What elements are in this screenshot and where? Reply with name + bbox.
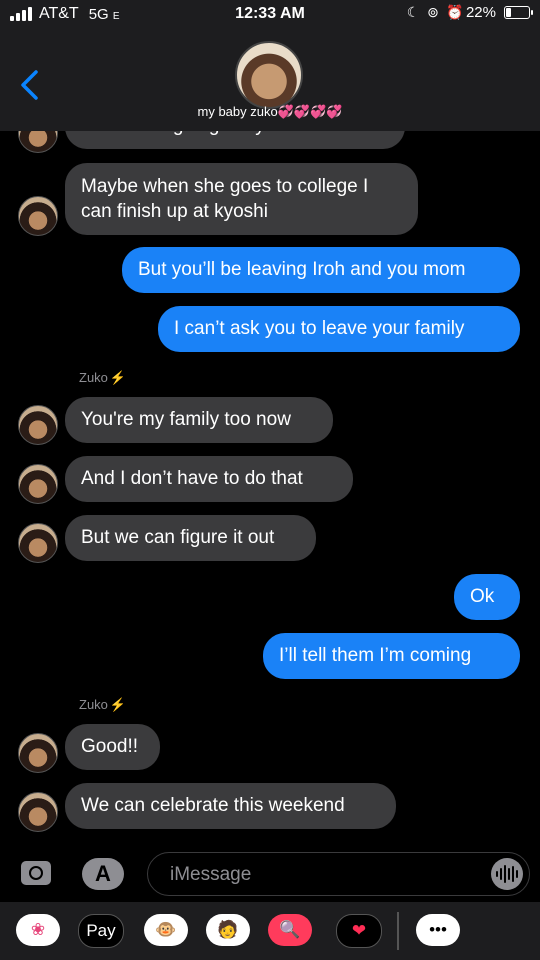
contact-avatar — [18, 464, 58, 504]
alarm-icon: ⏰ — [445, 4, 464, 20]
battery-level-fill — [506, 8, 511, 17]
conversation-header: AT&T 5G E 12:33 AM ☾ ⊚ ⏰ 22% my baby zuk… — [0, 0, 540, 131]
animoji-app-icon[interactable]: 🐵 — [144, 914, 188, 946]
message-bubble-outgoing[interactable]: I’ll tell them I’m coming — [263, 633, 520, 679]
message-text: I’ll tell them I’m coming — [279, 645, 472, 666]
drawer-divider — [397, 912, 399, 950]
back-button[interactable] — [14, 60, 48, 110]
message-text: You're my family too now — [81, 409, 291, 430]
message-input[interactable]: iMessage — [147, 852, 530, 896]
battery-icon — [504, 6, 533, 19]
app-drawer: ❀ Pay 🐵 🧑 🔍 ❤ ••• — [0, 902, 540, 960]
message-bubble-incoming[interactable]: You're my family too now — [65, 397, 333, 443]
photos-app-icon[interactable]: ❀ — [16, 914, 60, 946]
audio-message-icon[interactable] — [491, 858, 523, 890]
message-text: I can’t ask you to leave your family — [174, 318, 465, 339]
battery-percentage: 22% — [465, 4, 496, 21]
message-bubble-incoming[interactable]: And I don’t have to do that — [65, 456, 353, 502]
sender-label: Zuko ⚡ — [79, 697, 127, 712]
contact-avatar — [18, 196, 58, 236]
contact-avatar-large[interactable] — [235, 41, 303, 109]
compose-bar: A iMessage — [0, 846, 540, 902]
contact-avatar — [18, 733, 58, 773]
do-not-disturb-icon: ☾ — [406, 4, 420, 20]
memoji-app-icon[interactable]: 🧑 — [206, 914, 250, 946]
chevron-left-icon — [21, 70, 38, 100]
message-bubble-incoming[interactable]: Maybe when she goes to college I can fin… — [65, 163, 418, 235]
message-input-placeholder: iMessage — [170, 864, 252, 885]
message-text: Good!! — [81, 736, 139, 757]
message-bubble-outgoing[interactable]: I can’t ask you to leave your family — [158, 306, 520, 352]
message-text: But we can figure it out — [81, 527, 275, 548]
sender-label: Zuko ⚡ — [79, 370, 127, 385]
message-text: But you’ll be leaving Iroh and you mom — [138, 259, 466, 280]
message-bubble-outgoing[interactable]: But you’ll be leaving Iroh and you mom — [122, 247, 520, 293]
message-text: And I don’t have to do that — [81, 468, 303, 489]
rotation-lock-icon: ⊚ — [427, 4, 439, 20]
contact-avatar — [18, 792, 58, 832]
contact-name[interactable]: my baby zuko💞💞💞💞 — [0, 104, 540, 120]
message-bubble-incoming[interactable]: But we can figure it out — [65, 515, 316, 561]
lightning-icon: ⚡ — [109, 370, 127, 385]
message-text: can finish up at kyoshi — [81, 201, 268, 222]
web-images-app-icon[interactable]: 🔍 — [268, 914, 312, 946]
digital-touch-app-icon[interactable]: ❤ — [336, 914, 382, 948]
app-store-icon[interactable]: A — [82, 858, 124, 890]
message-text: We can celebrate this weekend — [81, 795, 345, 816]
contact-avatar — [18, 405, 58, 445]
lightning-icon: ⚡ — [109, 697, 127, 712]
apple-pay-app-icon[interactable]: Pay — [78, 914, 124, 948]
status-bar: AT&T 5G E 12:33 AM ☾ ⊚ ⏰ 22% — [0, 0, 540, 30]
message-text: Maybe when she goes to college I — [81, 176, 369, 197]
message-bubble-incoming[interactable]: We can celebrate this weekend — [65, 783, 396, 829]
message-text: Ok — [470, 586, 495, 607]
contact-avatar — [18, 523, 58, 563]
message-bubble-incoming[interactable]: Good!! — [65, 724, 160, 770]
message-bubble-outgoing[interactable]: Ok — [454, 574, 520, 620]
more-apps-icon[interactable]: ••• — [416, 914, 460, 946]
camera-icon[interactable] — [21, 861, 51, 885]
message-thread[interactable]: suki about going to kyoshi Maybe when sh… — [0, 0, 540, 960]
